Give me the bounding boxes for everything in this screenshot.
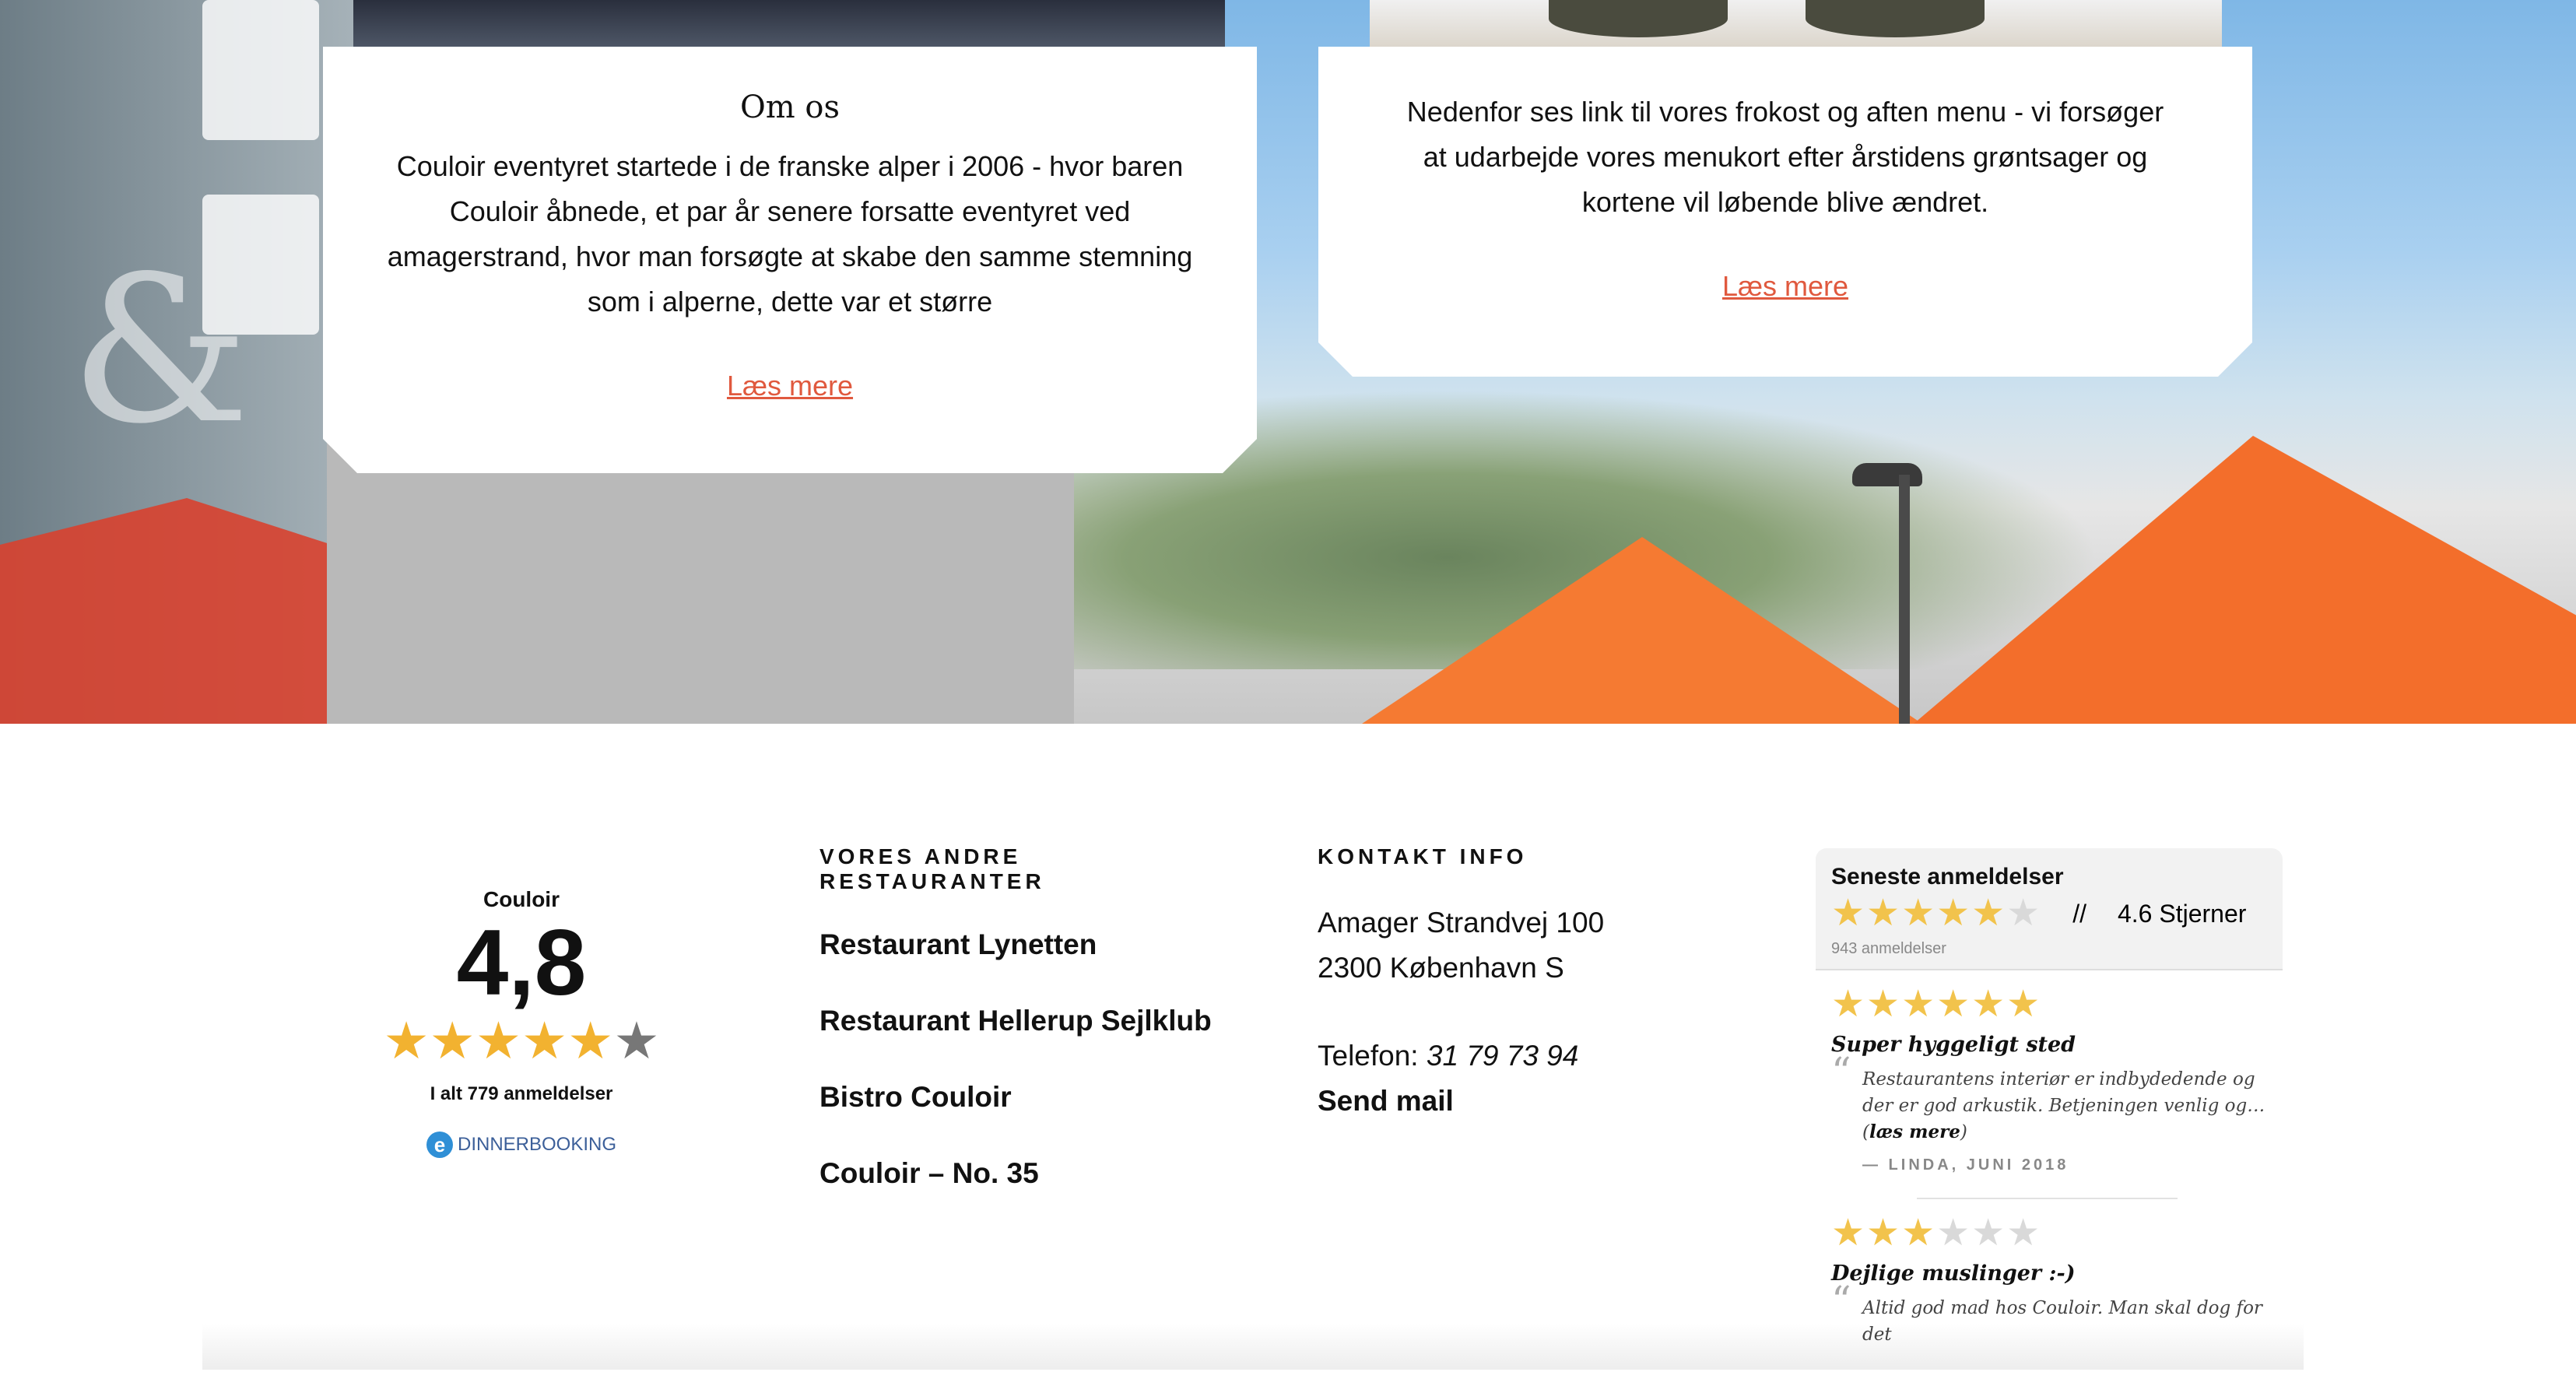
dinnerbooking-icon: e [426, 1132, 453, 1158]
star-icon: ★ [1936, 984, 1972, 1025]
separator: // [2072, 899, 2086, 928]
star-icon: ★ [1866, 893, 1902, 934]
star-icon: ★ [1831, 1212, 1867, 1254]
dinnerbooking-label: DINNERBOOKING [457, 1134, 617, 1155]
star-icon: ★ [1936, 1212, 1972, 1254]
review-count: 943 anmeldelser [1831, 940, 1946, 957]
street-lamp [1852, 463, 1922, 486]
star-icon: ★ [1971, 893, 2007, 934]
review-author: — LINDA, JUNI 2018 [1862, 1156, 2069, 1174]
star-icon: ★ [1866, 1212, 1902, 1254]
address-line: Amager Strandvej 100 [1318, 907, 1605, 939]
dinnerbooking-logo[interactable]: e DINNERBOOKING [366, 1132, 677, 1158]
review-stars: ★★★★★★ [1831, 984, 2267, 1025]
star-icon: ★ [613, 1012, 660, 1069]
about-card-title: Om os [739, 89, 841, 125]
star-icon: ★ [1831, 984, 1867, 1025]
star-icon: ★ [429, 1012, 476, 1069]
star-icon: ★ [2006, 893, 2042, 934]
star-icon: ★ [567, 1012, 614, 1069]
address-line: 2300 København S [1318, 952, 1564, 984]
star-icon: ★ [521, 1012, 568, 1069]
rating-stars: ★★★★★★ [366, 1013, 677, 1068]
about-card-text: Couloir eventyret startede i de franske … [387, 150, 1193, 318]
star-icon: ★ [475, 1012, 521, 1069]
about-card: Om os Couloir eventyret startede i de fr… [323, 47, 1257, 473]
phone: Telefon: 31 79 73 94 [1318, 1033, 1707, 1079]
star-icon: ★ [1936, 893, 1972, 934]
review-stars: ★★★★★★ [1831, 1213, 2267, 1254]
review-body: “ Restaurantens interiør er indbydedende… [1831, 1052, 2267, 1146]
phone-label: Telefon: [1318, 1040, 1419, 1072]
card-photo [1370, 0, 2222, 47]
star-icon: ★ [1901, 1212, 1937, 1254]
star-icon: ★ [1866, 984, 1902, 1025]
door-frame [327, 436, 1074, 724]
restaurants-heading: VORES ANDRE RESTAURANTER [819, 844, 1045, 893]
menu-card: Nedenfor ses link til vores frokost og a… [1318, 47, 2252, 377]
average-label: 4.6 Stjerner [2117, 899, 2247, 928]
security-sticker [202, 0, 319, 140]
review-text-end: ) [1960, 1122, 1967, 1142]
star-icon: ★ [383, 1012, 430, 1069]
restaurant-link[interactable]: Restaurant Lynetten [819, 925, 1255, 963]
star-icon: ★ [1901, 984, 1937, 1025]
rating-restaurant-name: Couloir [483, 887, 560, 911]
read-more-link[interactable]: læs mere [1869, 1121, 1960, 1142]
reviews-heading: Seneste anmeldelser [1831, 864, 2064, 889]
review-title: Super hyggeligt sted [1831, 1033, 2076, 1057]
latest-reviews-widget: Seneste anmeldelser ★★★★★★ // 4.6 Stjern… [1816, 848, 2283, 1393]
restaurant-link[interactable]: Restaurant Hellerup Sejlklub [819, 1002, 1255, 1040]
restaurant-link[interactable]: Bistro Couloir [819, 1078, 1255, 1116]
star-icon: ★ [1971, 1212, 2007, 1254]
star-icon: ★ [2006, 1212, 2042, 1254]
rating-score: 4,8 [456, 911, 587, 1015]
contact-info: KONTAKT INFO Amager Strandvej 100 2300 K… [1318, 844, 1707, 1124]
rating-widget[interactable]: Couloir 4,8 ★★★★★★ I alt 779 anmeldelser… [366, 887, 677, 1158]
review-item: ★★★★★★ Super hyggeligt sted “ Restaurant… [1816, 970, 2283, 1174]
lamp-pole [1899, 475, 1910, 724]
star-icon: ★ [1831, 893, 1867, 934]
menu-read-more-link[interactable]: Læs mere [1318, 270, 2252, 303]
star-icon: ★ [1901, 893, 1937, 934]
address: Amager Strandvej 100 2300 København S [1318, 900, 1707, 991]
star-icon: ★ [2006, 984, 2042, 1025]
average-stars: ★★★★★★ [1831, 893, 2041, 934]
menu-card-text: Nedenfor ses link til vores frokost og a… [1406, 96, 2164, 218]
about-read-more-link[interactable]: Læs mere [323, 370, 1257, 402]
rating-total: I alt 779 anmeldelser [430, 1083, 613, 1104]
contact-heading: KONTAKT INFO [1318, 844, 1528, 868]
review-title: Dejlige muslinger :-) [1831, 1261, 2076, 1286]
quote-icon: “ [1831, 1049, 1851, 1094]
restaurant-link[interactable]: Couloir – No. 35 [819, 1154, 1255, 1192]
quote-icon: “ [1831, 1278, 1851, 1323]
security-sticker [202, 195, 319, 335]
card-photo [353, 0, 1225, 47]
other-restaurants: VORES ANDRE RESTAURANTER Restaurant Lyne… [819, 844, 1255, 1230]
star-icon: ★ [1971, 984, 2007, 1025]
phone-number[interactable]: 31 79 73 94 [1427, 1040, 1578, 1072]
bottom-shadow [202, 1323, 2304, 1370]
reviews-header: Seneste anmeldelser ★★★★★★ // 4.6 Stjern… [1816, 848, 2283, 970]
send-mail-link[interactable]: Send mail [1318, 1079, 1707, 1124]
